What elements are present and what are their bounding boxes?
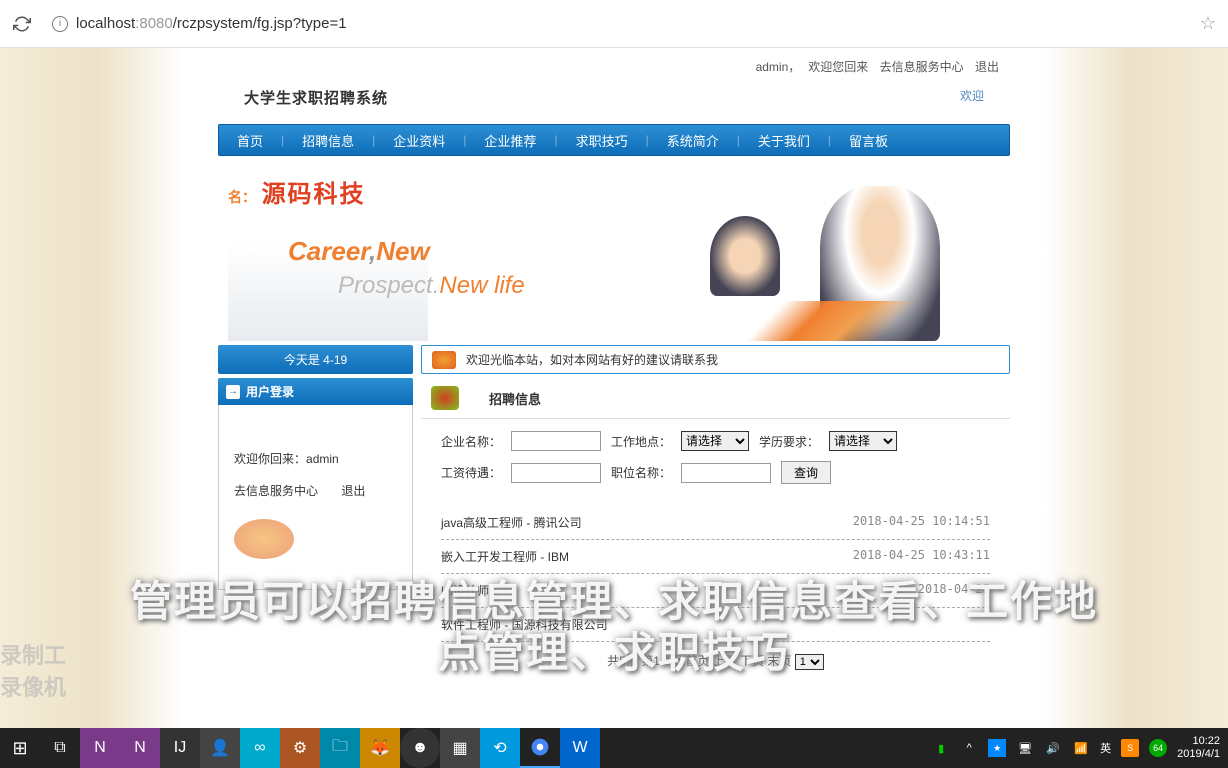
page-next[interactable]: 下页 — [740, 654, 764, 668]
site-title: 大学生求职招聘系统 — [244, 91, 388, 107]
filter-form: 企业名称： 工作地点： 请选择 学历要求： 请选择 工资待遇： 职位名称： 查询 — [421, 419, 1010, 506]
select-location[interactable]: 请选择 — [681, 431, 749, 451]
taskbar-app[interactable]: N — [80, 728, 120, 768]
list-item[interactable]: java高级工程师 - 腾讯公司 2018-04-25 10:14:51 — [441, 506, 990, 540]
welcome-tag: 欢迎 — [960, 87, 984, 104]
task-view-icon[interactable]: ⧉ — [40, 728, 80, 768]
taskbar-app[interactable]: 👤 — [200, 728, 240, 768]
section-icon — [431, 386, 459, 410]
login-welcome-line: 欢迎你回来：admin — [234, 450, 397, 467]
start-button[interactable]: ⊞ — [0, 728, 40, 768]
tray-volume-icon[interactable]: 🔊 — [1044, 739, 1062, 757]
reload-icon[interactable] — [12, 14, 32, 34]
page-total: 共5条 — [607, 654, 638, 668]
link-logout-side[interactable]: 退出 — [341, 484, 365, 498]
decorative-icon — [234, 519, 294, 559]
nav-company-info[interactable]: 企业资料 — [375, 131, 463, 150]
input-position[interactable] — [681, 463, 771, 483]
banner-person-graphic — [710, 216, 780, 296]
taskbar-app[interactable]: ▦ — [440, 728, 480, 768]
query-button[interactable]: 查询 — [781, 461, 831, 484]
login-panel-title: 用户登录 — [246, 383, 294, 400]
brand-name: 源码科技 — [262, 182, 366, 208]
announcement-icon — [432, 351, 456, 369]
windows-taskbar: ⊞ ⧉ N N IJ 👤 ∞ ⚙ 🗀 🦊 ☻ ▦ ⟲ W ▮ ^ ★ 🖥 🔊 📶… — [0, 728, 1228, 768]
list-item[interactable]: UI设计师 2018-04-25 — [441, 574, 990, 608]
banner: 名： 源码科技 Career,New Prospect.New life — [218, 156, 1010, 341]
tray-icon[interactable]: 🖥 — [1016, 739, 1034, 757]
top-user-links: admin，欢迎您回来 去信息服务中心 退出 — [214, 48, 1014, 79]
login-panel-header: → 用户登录 — [218, 378, 413, 405]
tray-wifi-icon[interactable]: 📶 — [1072, 739, 1090, 757]
section-header: 招聘信息 — [421, 378, 1010, 419]
page-prev[interactable]: 上页 — [713, 654, 737, 668]
taskbar-clock[interactable]: 10:22 2019/4/1 — [1177, 735, 1220, 761]
bookmark-star-icon[interactable]: ☆ — [1200, 13, 1216, 34]
tray-badge[interactable]: 64 — [1149, 739, 1167, 757]
url-text: localhost:8080/rczpsystem/fg.jsp?type=1 — [76, 15, 347, 32]
nav-intro[interactable]: 系统简介 — [649, 131, 737, 150]
taskbar-app[interactable]: ☻ — [400, 728, 440, 768]
job-list: java高级工程师 - 腾讯公司 2018-04-25 10:14:51 嵌入工… — [421, 506, 1010, 642]
link-logout[interactable]: 退出 — [975, 60, 999, 74]
banner-swoosh-graphic — [610, 301, 1010, 341]
label-education: 学历要求： — [759, 433, 819, 450]
taskbar-app[interactable]: W — [560, 728, 600, 768]
select-education[interactable]: 请选择 — [829, 431, 897, 451]
welcome-text: 欢迎您回来 — [808, 60, 868, 74]
marquee-box: 欢迎光临本站，如对本网站有好的建议请联系我 — [421, 345, 1010, 374]
page-last[interactable]: 末页 — [767, 654, 791, 668]
url-bar[interactable]: i localhost:8080/rczpsystem/fg.jsp?type=… — [52, 15, 1190, 32]
tray-icon[interactable]: ▮ — [932, 739, 950, 757]
watermark: 录制工 录像机 — [0, 638, 66, 702]
nav-jobs[interactable]: 招聘信息 — [284, 131, 372, 150]
taskbar-app[interactable]: N — [120, 728, 160, 768]
taskbar-app[interactable]: 🦊 — [360, 728, 400, 768]
list-item[interactable]: 软件工程师 - 国源科技有限公司 — [441, 608, 990, 642]
tray-ime[interactable]: 英 — [1100, 740, 1111, 756]
arrow-right-icon: → — [226, 385, 240, 399]
system-tray: ▮ ^ ★ 🖥 🔊 📶 英 S 64 10:22 2019/4/1 — [932, 735, 1228, 761]
tray-chevron-up-icon[interactable]: ^ — [960, 739, 978, 757]
login-panel-body: 欢迎你回来：admin 去信息服务中心 退出 — [218, 405, 413, 590]
taskbar-app[interactable]: IJ — [160, 728, 200, 768]
tray-icon[interactable]: ★ — [988, 739, 1006, 757]
label-location: 工作地点： — [611, 433, 671, 450]
taskbar-app[interactable]: ⚙ — [280, 728, 320, 768]
marquee-text: 欢迎光临本站，如对本网站有好的建议请联系我 — [466, 351, 718, 368]
page-first[interactable]: 首页 — [685, 654, 709, 668]
nav-home[interactable]: 首页 — [219, 131, 281, 150]
brand-label: 名： — [228, 189, 256, 205]
taskbar-app[interactable]: ∞ — [240, 728, 280, 768]
user-name: admin — [756, 60, 789, 74]
slogan-line1: Career,New — [288, 236, 525, 267]
list-item[interactable]: 嵌入工开发工程师 - IBM 2018-04-25 10:43:11 — [441, 540, 990, 574]
tray-icon[interactable]: S — [1121, 739, 1139, 757]
page-current: 第1/2页 — [641, 654, 682, 668]
main-nav: 首页| 招聘信息| 企业资料| 企业推荐| 求职技巧| 系统简介| 关于我们| … — [218, 124, 1010, 156]
input-salary[interactable] — [511, 463, 601, 483]
taskbar-app[interactable]: ⟲ — [480, 728, 520, 768]
slogan-line2: Prospect.New life — [338, 272, 525, 300]
label-salary: 工资待遇： — [441, 464, 501, 481]
link-info-center[interactable]: 去信息服务中心 — [880, 60, 964, 74]
page-select[interactable]: 1 — [795, 654, 824, 670]
nav-about[interactable]: 关于我们 — [740, 131, 828, 150]
section-title: 招聘信息 — [489, 389, 541, 408]
nav-company-rec[interactable]: 企业推荐 — [466, 131, 554, 150]
nav-guestbook[interactable]: 留言板 — [831, 131, 906, 150]
taskbar-app[interactable]: 🗀 — [320, 728, 360, 768]
link-info-center-side[interactable]: 去信息服务中心 — [234, 484, 318, 498]
pagination: 共5条 第1/2页 首页 上页 下页 末页 1 — [421, 642, 1010, 680]
label-position: 职位名称： — [611, 464, 671, 481]
info-icon: i — [52, 16, 68, 32]
taskbar-chrome[interactable] — [520, 728, 560, 768]
label-company: 企业名称： — [441, 433, 501, 450]
input-company[interactable] — [511, 431, 601, 451]
nav-tips[interactable]: 求职技巧 — [558, 131, 646, 150]
browser-address-bar: i localhost:8080/rczpsystem/fg.jsp?type=… — [0, 0, 1228, 48]
page-viewport: admin，欢迎您回来 去信息服务中心 退出 大学生求职招聘系统 欢迎 首页| … — [0, 48, 1228, 728]
date-box: 今天是 4-19 — [218, 345, 413, 374]
